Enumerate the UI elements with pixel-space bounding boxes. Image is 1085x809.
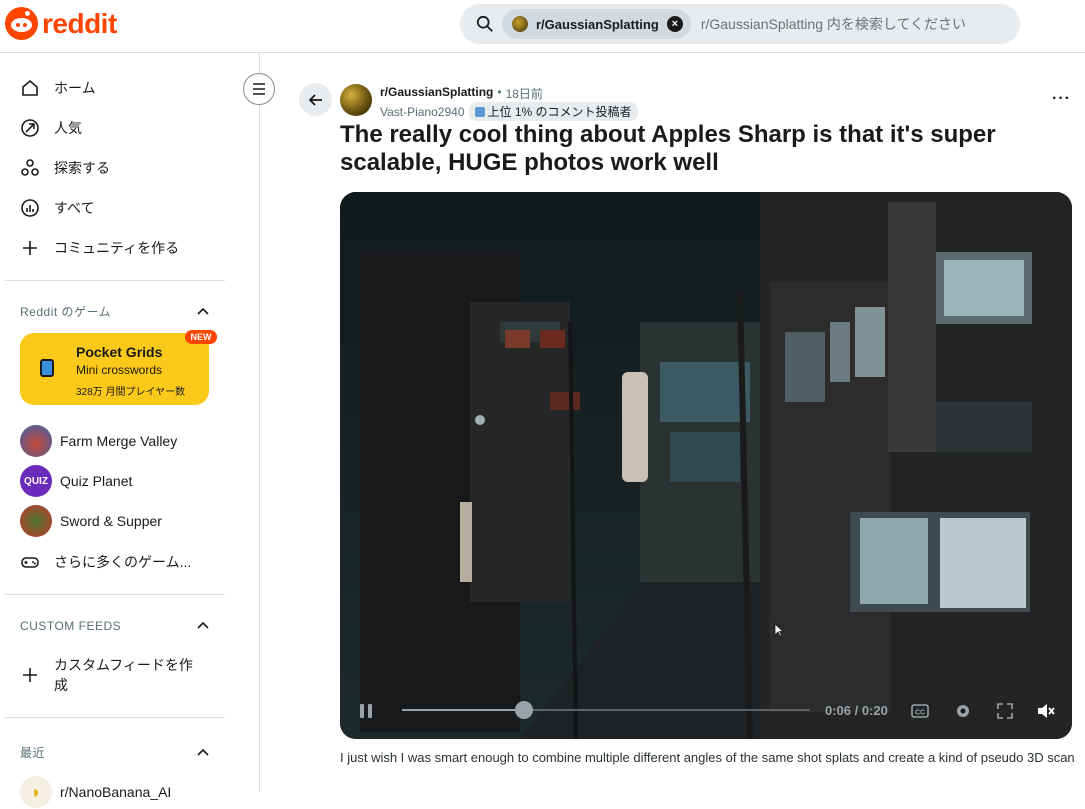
post-meta: r/GaussianSplatting • 18日前 [380,85,543,102]
section-title: Reddit のゲーム [20,305,112,319]
game-subtitle: Mini crosswords [76,363,163,377]
sidebar-divider [5,717,225,718]
seek-bar[interactable] [402,701,810,719]
recent-item[interactable]: ◗ r/NanoBanana_AI [20,775,171,809]
create-custom-feed[interactable]: カスタムフィードを作成 [20,655,204,695]
video-frame [340,192,1072,739]
subreddit-link[interactable]: r/GaussianSplatting [380,85,493,102]
muted-speaker-icon[interactable] [1036,701,1056,721]
pause-icon[interactable] [358,703,374,719]
pocket-grids-icon [40,359,54,377]
game-label: Quiz Planet [60,473,133,489]
nav-label: コミュニティを作る [54,240,180,256]
create-custom-feed-label: カスタムフィードを作成 [54,657,193,693]
game-item-sword-supper[interactable]: Sword & Supper [20,504,162,538]
nav-home[interactable]: ホーム [20,70,96,106]
search-bar[interactable]: r/GaussianSplatting × r/GaussianSplattin… [460,4,1020,44]
sidebar-divider [5,594,225,595]
recent-header[interactable]: 最近 [20,744,210,761]
custom-feeds-header[interactable]: CUSTOM FEEDS [20,619,210,633]
section-title: CUSTOM FEEDS [20,619,122,633]
back-button[interactable] [299,83,332,116]
left-sidebar: ホーム 人気 探索する すべて コミュニティを作る Reddit のゲーム Po… [0,53,260,808]
reddit-snoo-icon [5,7,38,40]
meta-dot: • [497,85,502,99]
recent-label: r/NanoBanana_AI [60,784,172,800]
more-options-icon[interactable]: ··· [1052,90,1071,108]
home-icon [22,79,38,96]
banana-icon: ◗ [20,776,52,808]
menu-icon [253,83,265,95]
nav-create-community[interactable]: コミュニティを作る [20,230,179,266]
game-label: Farm Merge Valley [60,433,178,449]
post-title: The really cool thing about Apples Sharp… [340,121,996,176]
search-scope-chip: r/GaussianSplatting × [502,9,691,39]
fullscreen-icon[interactable] [995,701,1015,721]
arrow-left-icon [308,93,322,106]
svg-text:CC: CC [915,710,925,717]
sidebar-divider [5,280,225,281]
author-meta: Vast-Piano2940 上位 1% のコメント投稿者 [380,102,638,121]
logo-text: reddit [42,7,117,39]
search-scope-label: r/GaussianSplatting [536,16,659,32]
subreddit-avatar[interactable] [340,84,372,116]
new-badge: NEW [185,330,217,344]
featured-game-card[interactable]: Pocket Grids Mini crosswords 328万 月間プレイヤ… [20,333,209,405]
nav-label: ホーム [54,80,96,96]
sidebar-toggle-button[interactable] [243,73,275,105]
nav-label: すべて [54,200,95,216]
author-link[interactable]: Vast-Piano2940 [380,105,465,119]
author-flair: 上位 1% のコメント投稿者 [468,102,638,121]
search-icon [476,15,493,32]
games-section-header[interactable]: Reddit のゲーム [20,303,210,320]
video-controls: 0:06 / 0:20 CC [340,687,1072,739]
game-item-farm-merge-valley[interactable]: Farm Merge Valley [20,424,177,458]
chevron-up-icon [197,748,209,756]
flair-icon [474,106,485,117]
game-title: Pocket Grids [76,344,163,360]
game-players: 328万 月間プレイヤー数 [76,387,186,398]
nav-popular[interactable]: 人気 [20,110,82,146]
mouse-cursor-icon [774,623,784,637]
subreddit-avatar-icon [512,16,528,32]
remove-scope-icon[interactable]: × [666,16,683,32]
popular-icon [21,119,39,137]
explore-icon [21,159,39,176]
time-readout: 0:06 / 0:20 [825,703,888,718]
chevron-up-icon [197,307,209,315]
more-games-link[interactable]: さらに多くのゲーム... [20,544,191,580]
post-body: I just wish I was smart enough to combin… [340,750,1075,765]
nav-all[interactable]: すべて [20,190,94,226]
video-player[interactable]: 0:06 / 0:20 CC [340,192,1072,739]
top-header: reddit r/GaussianSplatting × r/GaussianS… [0,0,1085,53]
nav-explore[interactable]: 探索する [20,150,110,186]
nav-label: 探索する [54,160,110,176]
game-label: Sword & Supper [60,513,162,529]
sword-supper-icon [20,505,52,537]
seek-handle[interactable] [515,701,534,719]
settings-gear-icon[interactable] [953,701,973,721]
section-title: 最近 [20,746,46,760]
chevron-up-icon [197,621,209,629]
plus-icon [23,241,37,255]
flair-label: 上位 1% のコメント投稿者 [487,105,632,119]
plus-icon [23,668,37,682]
all-icon [21,199,39,217]
quiz-planet-icon: QUIZ [20,465,52,497]
reddit-logo[interactable]: reddit [5,7,117,40]
gamepad-icon [21,557,39,568]
post-time: 18日前 [505,87,543,101]
nav-label: 人気 [54,120,82,136]
seek-progress [402,709,525,711]
more-games-label: さらに多くのゲーム... [54,554,192,570]
captions-icon[interactable]: CC [910,701,930,721]
search-input[interactable]: r/GaussianSplatting 内を検索してください [701,14,966,34]
game-item-quiz-planet[interactable]: QUIZ Quiz Planet [20,464,132,498]
farm-merge-valley-icon [20,425,52,457]
